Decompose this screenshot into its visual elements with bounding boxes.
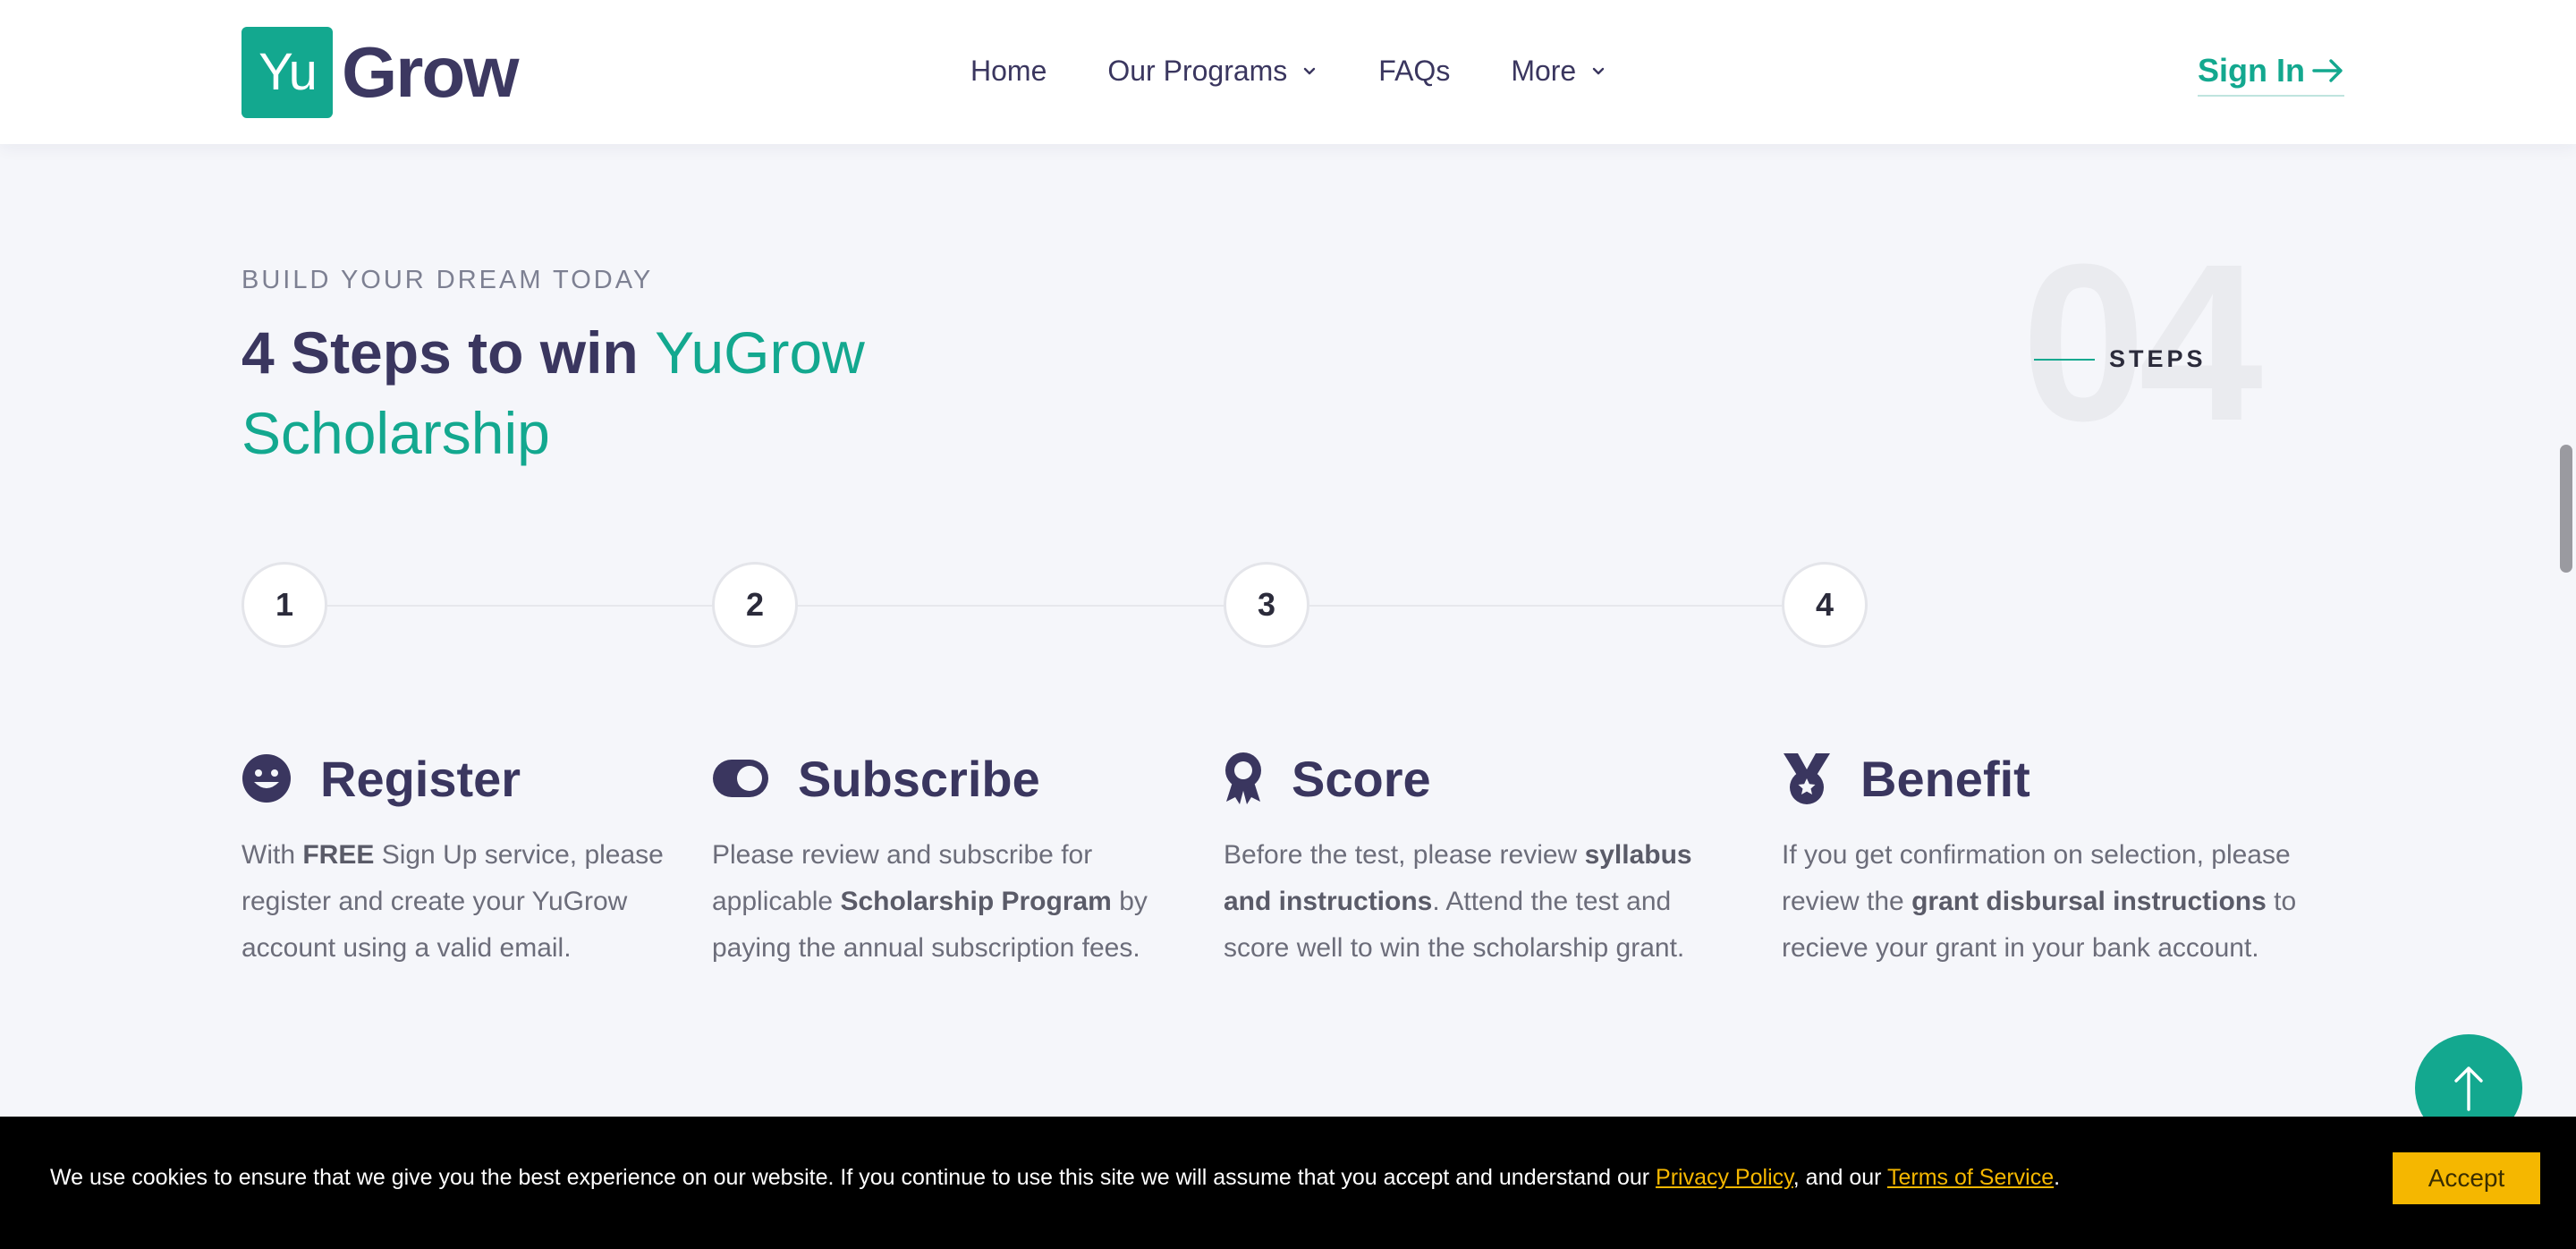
step-desc-bold: Scholarship Program — [840, 887, 1112, 916]
logo-wordmark: Grow — [342, 31, 519, 112]
steps-tag-dash — [2034, 358, 2095, 361]
cookie-text: We use cookies to ensure that we give yo… — [50, 1165, 1657, 1190]
nav-item-label: Home — [970, 54, 1047, 87]
step-header: Register — [242, 744, 671, 812]
nav-item-faqs[interactable]: FAQs — [1378, 47, 1450, 95]
steps-tag-label: STEPS — [2109, 345, 2207, 372]
step-title: Benefit — [1860, 750, 2030, 807]
toggle-icon — [713, 760, 768, 797]
step-header: Subscribe — [712, 744, 1177, 812]
main-nav: Home Our Programs FAQs More — [970, 47, 1667, 95]
terms-of-service-link[interactable]: Terms of Service — [1887, 1165, 2054, 1190]
site-header: Yu Grow Home Our Programs FAQs More Sign… — [0, 0, 2576, 144]
chevron-down-icon — [1304, 67, 1316, 75]
step-desc-text: With — [242, 840, 303, 870]
step-header: Benefit — [1782, 744, 2336, 812]
award-icon — [1225, 752, 1261, 804]
step-title: Subscribe — [798, 750, 1040, 807]
arrow-right-icon — [2312, 59, 2343, 82]
nav-item-more[interactable]: More — [1511, 47, 1606, 95]
smile-icon — [242, 754, 291, 803]
cookie-text: . — [2054, 1165, 2061, 1190]
nav-item-home[interactable]: Home — [970, 47, 1046, 95]
step-benefit: Benefit If you get confirmation on selec… — [1782, 744, 2336, 972]
timeline-step-1: 1 — [242, 562, 327, 648]
timeline-step-2: 2 — [712, 562, 798, 648]
sign-in-link[interactable]: Sign In — [2198, 47, 2344, 97]
medal-icon — [1784, 753, 1830, 804]
nav-item-label: More — [1511, 54, 1577, 87]
step-description: If you get confirmation on selection, pl… — [1782, 832, 2336, 972]
step-description: Before the test, please review syllabus … — [1224, 832, 1724, 972]
accept-cookies-button[interactable]: Accept — [2393, 1152, 2540, 1204]
step-description: Please review and subscribe for applicab… — [712, 832, 1177, 972]
section-eyebrow: BUILD YOUR DREAM TODAY — [242, 266, 654, 294]
cookie-banner: We use cookies to ensure that we give yo… — [0, 1117, 2576, 1249]
steps-tag: STEPS — [2034, 345, 2207, 373]
step-description: With FREE Sign Up service, please regist… — [242, 832, 671, 972]
step-header: Score — [1224, 744, 1724, 812]
timeline-step-3: 3 — [1224, 562, 1309, 648]
cookie-text: , and our — [1792, 1165, 1887, 1190]
nav-item-label: FAQs — [1378, 54, 1451, 87]
nav-item-our-programs[interactable]: Our Programs — [1107, 47, 1318, 95]
step-subscribe: Subscribe Please review and subscribe fo… — [712, 744, 1177, 972]
privacy-policy-link[interactable]: Privacy Policy — [1656, 1165, 1793, 1190]
scrollbar-thumb[interactable] — [2560, 445, 2572, 573]
section-title: 4 Steps to win YuGrow Scholarship — [242, 312, 1046, 473]
timeline-step-4: 4 — [1782, 562, 1868, 648]
timeline-line — [284, 605, 1866, 607]
cookie-message: We use cookies to ensure that we give yo… — [50, 1165, 2060, 1191]
steps-count-watermark: 04 — [2021, 217, 2263, 467]
step-desc-text: Before the test, please review — [1224, 840, 1585, 870]
nav-item-label: Our Programs — [1107, 54, 1288, 87]
step-register: Register With FREE Sign Up service, plea… — [242, 744, 671, 972]
section-title-plain: 4 Steps to win — [242, 319, 656, 386]
step-title: Register — [320, 750, 521, 807]
arrow-up-icon — [2454, 1066, 2483, 1111]
step-score: Score Before the test, please review syl… — [1224, 744, 1724, 972]
step-desc-bold: FREE — [302, 840, 375, 870]
logo-mark: Yu — [242, 26, 333, 118]
logo[interactable]: Yu Grow — [242, 26, 519, 118]
step-desc-bold: grant disbursal instructions — [1911, 887, 2267, 916]
step-title: Score — [1292, 750, 1431, 807]
chevron-down-icon — [1593, 67, 1605, 75]
sign-in-label: Sign In — [2198, 52, 2305, 89]
